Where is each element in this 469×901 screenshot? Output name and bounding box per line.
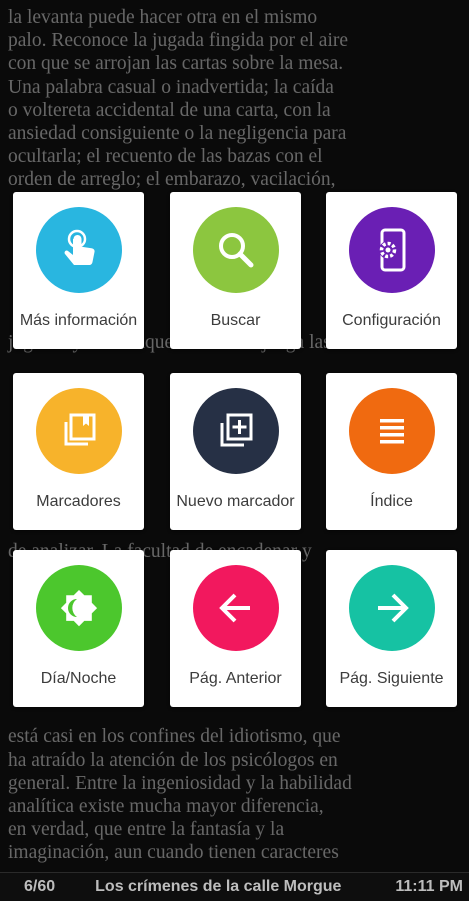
search-button[interactable]: Buscar bbox=[170, 192, 301, 349]
search-icon bbox=[192, 207, 279, 293]
day-night-label: Día/Noche bbox=[40, 670, 117, 687]
bookmarks-label: Marcadores bbox=[36, 493, 121, 510]
arrow-left-icon bbox=[192, 565, 279, 651]
day-night-icon bbox=[35, 565, 122, 651]
book-title: Los crímenes de la calle Morgue bbox=[95, 878, 342, 895]
search-label: Buscar bbox=[210, 312, 261, 329]
status-bar: 6/60 Los crímenes de la calle Morgue 11:… bbox=[0, 872, 469, 901]
next-page-label: Pág. Siguiente bbox=[339, 670, 444, 687]
bookmarks-button[interactable]: Marcadores bbox=[13, 373, 144, 530]
touch-icon bbox=[35, 207, 122, 293]
settings-label: Configuración bbox=[342, 312, 441, 329]
add-bookmark-icon bbox=[192, 388, 279, 474]
prev-page-button[interactable]: Pág. Anterior bbox=[170, 550, 301, 707]
index-label: Índice bbox=[370, 493, 413, 510]
arrow-right-icon bbox=[348, 565, 435, 651]
prev-page-label: Pág. Anterior bbox=[189, 670, 282, 687]
bookmarks-icon bbox=[35, 388, 122, 474]
settings-icon bbox=[348, 207, 435, 293]
index-button[interactable]: Índice bbox=[326, 373, 457, 530]
day-night-button[interactable]: Día/Noche bbox=[13, 550, 144, 707]
list-icon bbox=[348, 388, 435, 474]
clock: 11:11 PM bbox=[395, 878, 463, 895]
more-info-label: Más información bbox=[19, 312, 138, 329]
next-page-button[interactable]: Pág. Siguiente bbox=[326, 550, 457, 707]
page-counter: 6/60 bbox=[24, 878, 56, 895]
settings-button[interactable]: Configuración bbox=[326, 192, 457, 349]
more-info-button[interactable]: Más información bbox=[13, 192, 144, 349]
new-bookmark-button[interactable]: Nuevo marcador bbox=[170, 373, 301, 530]
new-bookmark-label: Nuevo marcador bbox=[176, 493, 295, 510]
